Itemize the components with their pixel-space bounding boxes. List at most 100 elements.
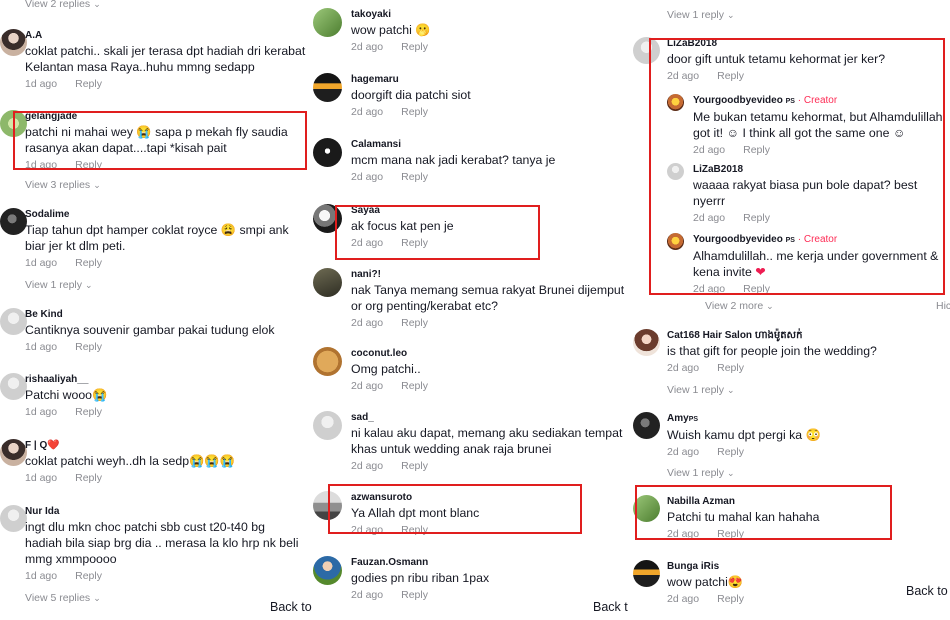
comment-username[interactable]: Fauzan.Osmann bbox=[351, 556, 622, 569]
comment-username[interactable]: Nabilla Azman bbox=[667, 495, 944, 508]
view-replies-link[interactable]: View 1 reply ⌄ bbox=[25, 279, 93, 291]
view-replies-link[interactable]: View 2 replies ⌄ bbox=[25, 0, 101, 10]
reply-button[interactable]: Reply bbox=[717, 528, 744, 540]
ps-badge: PS bbox=[785, 237, 795, 244]
back-to-top-button[interactable]: Back to bbox=[589, 598, 628, 616]
avatar[interactable] bbox=[313, 556, 342, 585]
comment-username[interactable]: F | Q❤️ bbox=[25, 439, 306, 452]
comments-panel-3: View 1 reply ⌄ LiZaB2018 door gift untuk … bbox=[628, 0, 950, 620]
view-replies-link[interactable]: View 5 replies ⌄ bbox=[25, 592, 101, 604]
avatar[interactable] bbox=[313, 268, 342, 297]
comment-username[interactable]: rishaaliyah__ bbox=[25, 373, 306, 386]
avatar[interactable] bbox=[633, 329, 660, 356]
reply-button[interactable]: Reply bbox=[401, 380, 428, 392]
comment-username[interactable]: Nur Ida bbox=[25, 505, 306, 518]
reply-button[interactable]: Reply bbox=[401, 106, 428, 118]
view-more-replies-link[interactable]: View 2 more ⌄ bbox=[705, 300, 774, 312]
reply-button[interactable]: Reply bbox=[717, 593, 744, 605]
comment-username[interactable]: azwansuroto bbox=[351, 491, 622, 504]
back-to-top-button[interactable]: Back to bbox=[902, 582, 950, 600]
comment-username[interactable]: takoyaki bbox=[351, 8, 622, 21]
comment-text: Patchi wooo😭 bbox=[25, 388, 108, 402]
avatar[interactable] bbox=[0, 308, 27, 335]
avatar[interactable] bbox=[633, 412, 660, 439]
reply-button[interactable]: Reply bbox=[75, 341, 102, 353]
reply-button[interactable]: Reply bbox=[75, 406, 102, 418]
avatar[interactable] bbox=[667, 233, 684, 250]
reply-button[interactable]: Reply bbox=[743, 144, 770, 156]
avatar[interactable] bbox=[0, 208, 27, 235]
comment-username[interactable]: AmyPS bbox=[667, 412, 944, 426]
comment-time: 2d ago bbox=[693, 144, 726, 156]
comment-text: Alhamdulillah.. me kerja under governmen… bbox=[693, 249, 939, 263]
avatar[interactable] bbox=[633, 560, 660, 587]
reply-button[interactable]: Reply bbox=[401, 460, 428, 472]
comment-username[interactable]: gelangjade bbox=[25, 110, 306, 123]
chevron-down-icon: ⌄ bbox=[93, 0, 101, 9]
view-replies-link[interactable]: View 1 reply ⌄ bbox=[667, 384, 735, 396]
avatar[interactable] bbox=[667, 163, 684, 180]
comment-time: 1d ago bbox=[25, 257, 58, 269]
reply-button[interactable]: Reply bbox=[743, 283, 770, 295]
reply-button[interactable]: Reply bbox=[401, 317, 428, 329]
comment-username[interactable]: Yourgoodbyevideo PS · Creator bbox=[693, 233, 944, 247]
comment-text: Kelantan masa Raya..huhu mmng sedapp bbox=[25, 60, 255, 74]
avatar[interactable] bbox=[633, 495, 660, 522]
avatar[interactable] bbox=[667, 94, 684, 111]
chevron-down-icon: ⌄ bbox=[85, 280, 93, 290]
avatar[interactable] bbox=[313, 411, 342, 440]
comment-username[interactable]: Cat168 Hair Salon ហាងម៉ូតសក់ bbox=[667, 329, 944, 342]
reply-button[interactable]: Reply bbox=[75, 78, 102, 90]
back-to-top-button[interactable]: Back to bbox=[266, 598, 312, 616]
reply-button[interactable]: Reply bbox=[717, 362, 744, 374]
comment-username[interactable]: Sodalime bbox=[25, 208, 306, 221]
comment-username[interactable]: Bunga iRis bbox=[667, 560, 944, 573]
reply-button[interactable]: Reply bbox=[401, 524, 428, 536]
avatar[interactable] bbox=[313, 204, 342, 233]
avatar[interactable] bbox=[0, 29, 27, 56]
comment-time: 2d ago bbox=[667, 362, 700, 374]
avatar[interactable] bbox=[0, 505, 27, 532]
avatar[interactable] bbox=[313, 347, 342, 376]
view-replies-link[interactable]: View 1 reply ⌄ bbox=[667, 9, 735, 21]
avatar[interactable] bbox=[0, 110, 27, 137]
comment-username[interactable]: nani?! bbox=[351, 268, 622, 281]
comment-username[interactable]: hagemaru bbox=[351, 73, 622, 86]
avatar[interactable] bbox=[313, 491, 342, 520]
avatar[interactable] bbox=[313, 73, 342, 102]
comment-username[interactable]: Be Kind bbox=[25, 308, 306, 321]
comment-time: 2d ago bbox=[351, 317, 384, 329]
reply-button[interactable]: Reply bbox=[401, 41, 428, 53]
comment-username[interactable]: coconut.leo bbox=[351, 347, 622, 360]
reply-button[interactable]: Reply bbox=[75, 472, 102, 484]
comment-username[interactable]: A.A bbox=[25, 29, 306, 42]
avatar[interactable] bbox=[313, 138, 342, 167]
view-replies-link[interactable]: View 1 reply ⌄ bbox=[667, 467, 735, 479]
comment-time: 2d ago bbox=[351, 171, 384, 183]
comment-username[interactable]: Yourgoodbyevideo PS · Creator bbox=[693, 94, 944, 108]
comment-text: mmg xmmpoooo bbox=[25, 552, 117, 566]
hide-replies-link[interactable]: Hic bbox=[936, 300, 950, 312]
comment-username[interactable]: Calamansi bbox=[351, 138, 622, 151]
avatar[interactable] bbox=[313, 8, 342, 37]
comment-username[interactable]: sad_ bbox=[351, 411, 622, 424]
avatar[interactable] bbox=[0, 439, 27, 466]
comment-username[interactable]: LiZaB2018 bbox=[693, 163, 944, 176]
reply-button[interactable]: Reply bbox=[717, 70, 744, 82]
comment-time: 1d ago bbox=[25, 78, 58, 90]
reply-button[interactable]: Reply bbox=[75, 257, 102, 269]
avatar[interactable] bbox=[0, 373, 27, 400]
view-replies-link[interactable]: View 3 replies ⌄ bbox=[25, 179, 101, 191]
comment-username[interactable]: Sayaa bbox=[351, 204, 622, 217]
comment-time: 2d ago bbox=[351, 237, 384, 249]
reply-button[interactable]: Reply bbox=[743, 212, 770, 224]
reply-button[interactable]: Reply bbox=[75, 159, 102, 171]
reply-button[interactable]: Reply bbox=[401, 237, 428, 249]
reply-button[interactable]: Reply bbox=[401, 171, 428, 183]
comment-text: patchi ni mahai wey 😭 sapa p mekah fly s… bbox=[25, 125, 288, 139]
reply-button[interactable]: Reply bbox=[717, 446, 744, 458]
comment-username[interactable]: LiZaB2018 bbox=[667, 37, 944, 50]
reply-button[interactable]: Reply bbox=[75, 570, 102, 582]
avatar[interactable] bbox=[633, 37, 660, 64]
reply-button[interactable]: Reply bbox=[401, 589, 428, 601]
